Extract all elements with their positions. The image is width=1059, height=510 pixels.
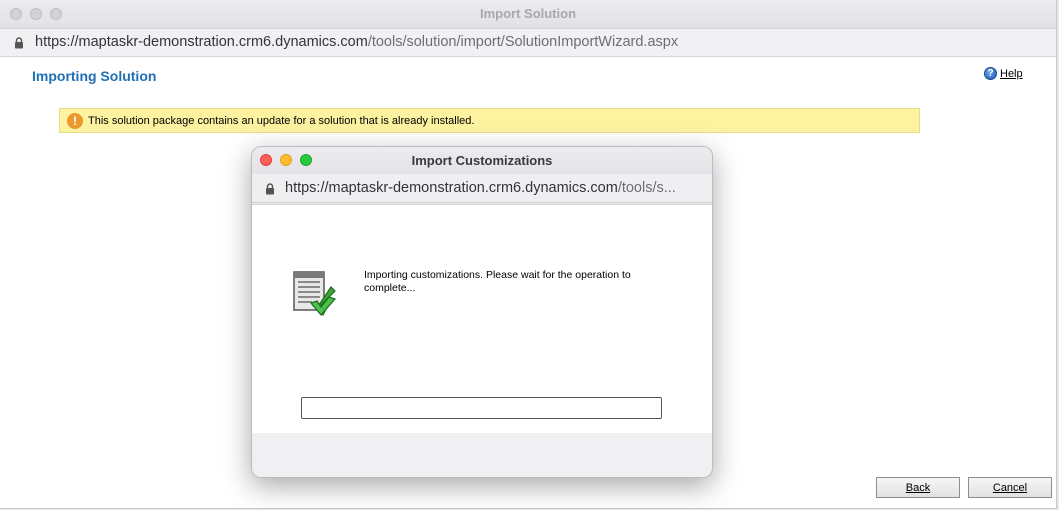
dialog-footer (252, 433, 712, 477)
help-icon: ? (984, 67, 997, 80)
page-title: Importing Solution (32, 68, 157, 84)
dialog-body: Importing customizations. Please wait fo… (252, 204, 712, 434)
window-title: Import Solution (479, 6, 577, 21)
back-button-label: Back (905, 481, 931, 494)
cancel-button-label: Cancel (992, 481, 1028, 494)
dialog-address-url: https://maptaskr-demonstration.crm6.dyna… (285, 180, 676, 196)
address-bar[interactable]: https://maptaskr-demonstration.crm6.dyna… (0, 29, 1056, 57)
lock-icon (266, 183, 274, 195)
import-status-message: Importing customizations. Please wait fo… (364, 269, 631, 294)
warning-icon: ! (67, 113, 83, 129)
lock-icon (15, 37, 23, 49)
dialog-titlebar: Import Customizations (252, 147, 712, 174)
import-progress-bar (301, 397, 662, 419)
cancel-button[interactable]: Cancel (968, 477, 1052, 498)
warning-text: This solution package contains an update… (88, 115, 475, 127)
import-customizations-icon (293, 271, 337, 317)
dialog-url-host: https://maptaskr-demonstration.crm6.dyna… (285, 180, 618, 196)
address-url: https://maptaskr-demonstration.crm6.dyna… (35, 34, 678, 50)
url-host: https://maptaskr-demonstration.crm6.dyna… (35, 34, 368, 50)
dialog-address-bar[interactable]: https://maptaskr-demonstration.crm6.dyna… (252, 174, 712, 203)
dialog-url-path: /tools/s... (617, 180, 676, 196)
back-button[interactable]: Back (876, 477, 960, 498)
warning-banner: ! This solution package contains an upda… (59, 108, 920, 133)
window-titlebar: Import Solution (0, 0, 1056, 29)
help-link[interactable]: ? Help (984, 67, 1023, 80)
help-label: Help (1000, 67, 1023, 80)
dialog-title: Import Customizations (411, 153, 553, 168)
import-customizations-dialog: Import Customizations https://maptaskr-d… (251, 146, 713, 478)
url-path: /tools/solution/import/SolutionImportWiz… (367, 34, 679, 50)
